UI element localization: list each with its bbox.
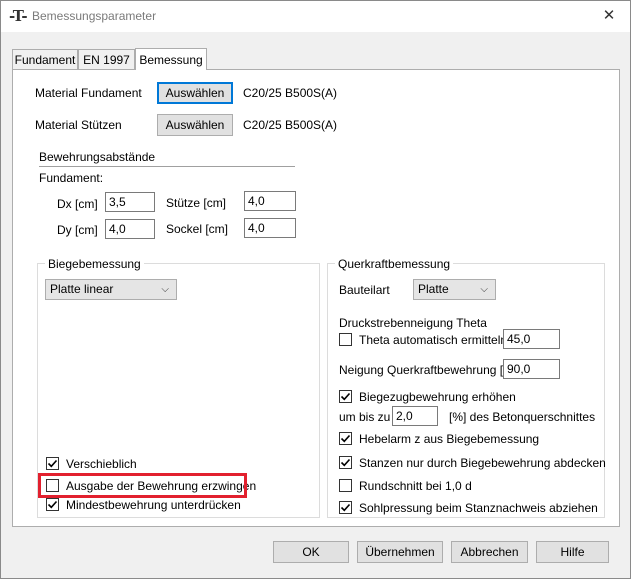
theta-auto-label: Theta automatisch ermitteln xyxy=(359,333,508,347)
checkmark-icon xyxy=(47,500,58,509)
tab-bemessung[interactable]: Bemessung xyxy=(135,48,207,70)
mindestbewehrung-checkbox[interactable] xyxy=(46,498,59,511)
highlight-box xyxy=(38,473,247,498)
hebelarm-checkbox[interactable] xyxy=(339,432,352,445)
mindestbewehrung-label: Mindestbewehrung unterdrücken xyxy=(66,498,241,512)
hilfe-button[interactable]: Hilfe xyxy=(536,541,609,563)
app-icon: -T- xyxy=(9,7,28,25)
dy-label: Dy [cm] xyxy=(57,223,98,237)
dialog-window: -T- Bemessungsparameter ✕ Fundament EN 1… xyxy=(0,0,631,579)
stanzen-checkbox[interactable] xyxy=(339,456,352,469)
checkmark-icon xyxy=(340,458,351,467)
dy-input[interactable] xyxy=(105,219,155,239)
tab-panel-bemessung: Material Fundament Auswählen C20/25 B500… xyxy=(12,69,620,527)
sockel-input[interactable] xyxy=(244,218,296,238)
biegezug-checkbox[interactable] xyxy=(339,390,352,403)
chevron-down-icon: ⌵ xyxy=(161,284,169,295)
material-fundament-label: Material Fundament xyxy=(35,86,142,100)
checkmark-icon xyxy=(340,392,351,401)
hebelarm-label: Hebelarm z aus Biegebemessung xyxy=(359,432,540,446)
ok-button[interactable]: OK xyxy=(273,541,349,563)
checkmark-icon xyxy=(340,503,351,512)
chevron-down-icon: ⌵ xyxy=(480,284,488,295)
dx-label: Dx [cm] xyxy=(57,197,98,211)
abbrechen-button[interactable]: Abbrechen xyxy=(451,541,528,563)
neigung-label: Neigung Querkraftbewehrung [°] xyxy=(339,363,512,377)
stuetze-label: Stütze [cm] xyxy=(166,196,227,210)
select-material-fundament-button[interactable]: Auswählen xyxy=(157,82,233,104)
sohlpressung-checkbox[interactable] xyxy=(339,501,352,514)
bauteilart-label: Bauteilart xyxy=(339,283,390,297)
umbis-unit: [%] des Betonquerschnittes xyxy=(449,410,596,424)
close-icon[interactable]: ✕ xyxy=(597,5,621,27)
querkraft-label: Querkraftbemessung xyxy=(335,257,454,271)
biegebemessung-label: Biegebemessung xyxy=(45,257,144,271)
rundschnitt-label: Rundschnitt bei 1,0 d xyxy=(359,479,472,493)
umbis-label: um bis zu xyxy=(339,410,391,424)
umbis-input[interactable] xyxy=(392,406,438,426)
bewehrung-heading: Bewehrungsabstände xyxy=(39,150,156,164)
window-title: Bemessungsparameter xyxy=(32,9,157,23)
material-stuetzen-label: Material Stützen xyxy=(35,118,122,132)
checkmark-icon xyxy=(340,434,351,443)
title-bar: -T- Bemessungsparameter ✕ xyxy=(1,1,630,32)
theta-heading: Druckstrebenneigung Theta xyxy=(339,316,487,330)
dx-input[interactable] xyxy=(105,192,155,212)
sockel-label: Sockel [cm] xyxy=(166,222,229,236)
bauteilart-select[interactable]: Platte ⌵ xyxy=(413,279,496,300)
verschieblich-checkbox[interactable] xyxy=(46,457,59,470)
material-stuetzen-value: C20/25 B500S(A) xyxy=(243,118,338,132)
fundament-sublabel: Fundament: xyxy=(39,171,104,185)
theta-input[interactable] xyxy=(503,329,560,349)
tab-fundament[interactable]: Fundament xyxy=(12,49,78,69)
stuetze-input[interactable] xyxy=(244,191,296,211)
material-fundament-value: C20/25 B500S(A) xyxy=(243,86,338,100)
bauteilart-select-value: Platte xyxy=(418,282,449,296)
tab-en1997[interactable]: EN 1997 xyxy=(78,49,135,69)
verschieblich-label: Verschieblich xyxy=(66,457,137,471)
stanzen-label: Stanzen nur durch Biegebewehrung abdecke… xyxy=(359,456,606,470)
bewehrung-separator xyxy=(39,166,295,167)
sohlpressung-label: Sohlpressung beim Stanznachweis abziehen xyxy=(359,501,598,515)
rundschnitt-checkbox[interactable] xyxy=(339,479,352,492)
uebernehmen-button[interactable]: Übernehmen xyxy=(357,541,443,563)
biegezug-label: Biegezugbewehrung erhöhen xyxy=(359,390,516,404)
neigung-input[interactable] xyxy=(503,359,560,379)
theta-auto-checkbox[interactable] xyxy=(339,333,352,346)
checkmark-icon xyxy=(47,459,58,468)
biegebemessung-select[interactable]: Platte linear ⌵ xyxy=(45,279,177,300)
biegebemessung-select-value: Platte linear xyxy=(50,282,114,296)
select-material-stuetzen-button[interactable]: Auswählen xyxy=(157,114,233,136)
